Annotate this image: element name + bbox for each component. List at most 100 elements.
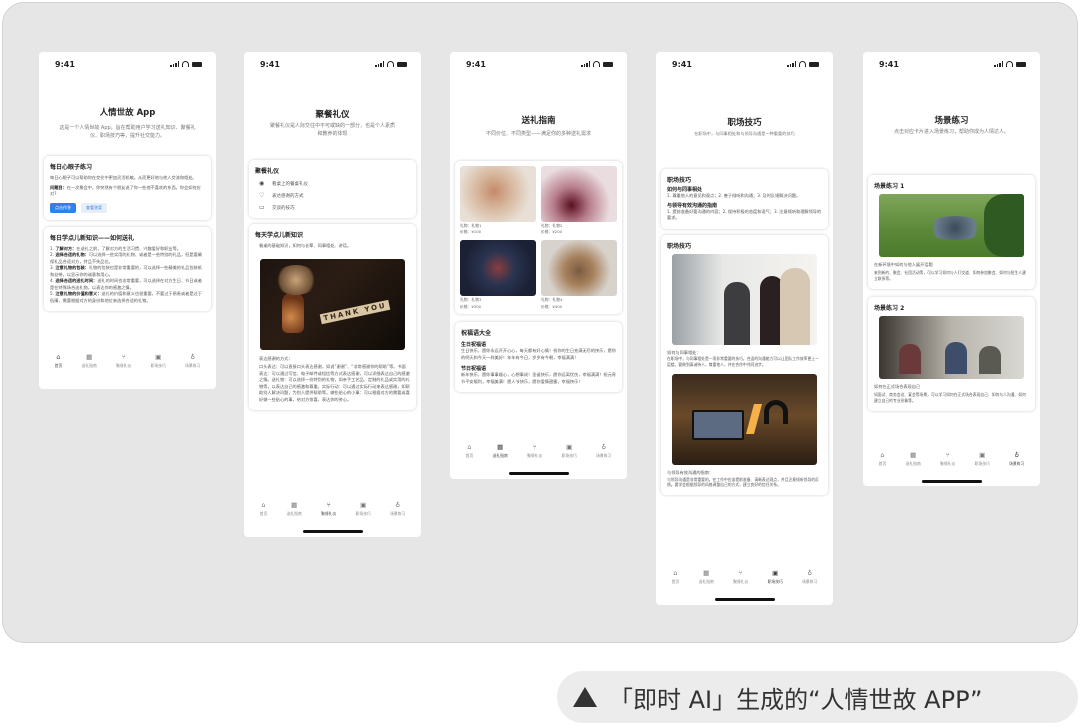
tab-workplace[interactable]: ▣ 职场技巧 [768,570,783,585]
thanks-text: 口头表达：可以直接口头表达感谢，如说“谢谢”、“非常感谢你的帮助”等。书面表达：… [259,364,410,402]
answer-button[interactable]: 点击作答 [50,202,76,213]
view-answer-button[interactable]: 查看答案 [81,202,107,213]
page-subtitle: 点击对应卡片进入场景练习，帮助你成为人情达人。 [893,129,1009,135]
card-title: 场景练习 2 [874,304,905,312]
status-bar: 9:41 [656,52,833,76]
menu-row-thanks[interactable]: ♡ 表达感谢的方式 [259,192,410,199]
tab-workplace[interactable]: ▣ 职场技巧 [975,452,990,467]
tab-dining[interactable]: ⑂ 聚餐礼仪 [733,570,748,585]
practice-card-1[interactable]: 场景练习 1 在新环境中如何与他人展开话题 来到新的、聚会、社团活动等，可以学习… [868,174,1035,289]
gift-price: 价格：¥200 [541,229,563,235]
person-shape [979,345,1001,374]
gift-image-1 [460,165,536,222]
gift-name: 礼物：礼物4 [541,296,563,302]
gift-item[interactable]: 礼物：礼物3 价格：¥300 [460,239,536,309]
card-text: 如何在正式场合表现自己 [874,383,921,389]
tab-home[interactable]: ⌂ 首页 [466,444,474,459]
tab-home[interactable]: ⌂ 首页 [55,354,63,369]
person-shape [899,343,921,374]
tab-dining[interactable]: ⑂ 聚餐礼仪 [321,502,336,517]
tab-dining[interactable]: ⑂ 聚餐礼仪 [116,354,131,369]
eye-icon: ◉ [259,180,265,187]
gift-price: 价格：¥300 [460,303,482,309]
section-text: 1. 尊重他人的意见和观点；2. 善于倾听和沟通；3. 及时反馈解决问题。 [667,193,801,199]
phone-screen-practice: 9:41 场景练习 点击对应卡片进入场景练习，帮助你成为人情达人。 场景练习 1… [863,52,1040,486]
headphones-shape [764,400,788,425]
card-intro: 每日心眼子可以帮助你在交往中更加灵活机敏。从而更好地与他人交流和相处。 [50,175,197,180]
status-bar: 9:41 [450,52,627,76]
tab-gift-guide[interactable]: ▦ 送礼指南 [493,444,508,459]
tab-workplace[interactable]: ▣ 职场技巧 [151,354,166,369]
signal-icon [787,61,796,67]
gift-name: 礼物：礼物3 [460,296,482,302]
practice-image-2 [879,315,1024,379]
bulb-icon: ♁ [190,353,196,361]
home-icon: ⌂ [467,443,472,451]
gift-icon: ▦ [910,451,917,459]
practice-card-2[interactable]: 场景练习 2 如何在正式场合表现自己 如面试、商务会议、宴会等场景，可以学习如何… [868,296,1035,411]
tab-practice[interactable]: ♁ 场景练习 [185,354,200,369]
tab-home[interactable]: ⌂ 首页 [672,570,680,585]
wifi-icon [799,61,806,67]
tab-gift-guide[interactable]: ▦ 送礼指南 [906,452,921,467]
list-item: 3. 注意礼物的包装：礼物的包装也是非常重要的，可以选择一些精美的礼品包装纸和丝… [50,265,202,277]
tab-practice[interactable]: ♁ 场景练习 [390,502,405,517]
status-bar: 9:41 [863,52,1040,76]
status-time: 9:41 [466,59,486,69]
gift-item[interactable]: 礼物：礼物1 价格：¥100 [460,165,536,235]
daily-knowledge-card: 每日学点儿新知识——如何送礼 1. 了解对方：在送礼之前，了解对方的生活习惯、兴… [44,226,211,311]
card-title: 职场技巧 [667,177,692,185]
home-indicator [921,480,982,483]
section-text: 1. 提前准备好要沟通的内容；2. 保持积极的态度和语气；3. 注意倾听和理解领… [667,208,822,221]
signal-icon [375,61,384,67]
tab-dining[interactable]: ⑂ 聚餐礼仪 [940,452,955,467]
tab-workplace[interactable]: ▣ 职场技巧 [562,444,577,459]
gift-icon: ▦ [86,353,93,361]
menu-row-conversation[interactable]: ▭ 交谈的技巧 [259,204,410,211]
wifi-icon [1006,61,1013,67]
battery-icon [809,61,819,67]
status-time: 9:41 [55,59,75,69]
subhead: 表达感谢的方式： [259,355,293,361]
tab-practice[interactable]: ♁ 场景练习 [802,570,817,585]
tab-practice[interactable]: ♁ 场景练习 [596,444,611,459]
person-shape [724,281,750,345]
utensils-icon: ⑂ [945,451,950,459]
card-title: 场景练习 1 [874,182,905,190]
gift-icon: ▦ [703,569,710,577]
tab-gift-guide[interactable]: ▦ 送礼指南 [287,502,302,517]
signal-icon [581,61,590,67]
tab-bar: ⌂ 首页 ▦ 送礼指南 ⑂ 聚餐礼仪 ▣ 职场技巧 ♁ 场景练习 [450,444,627,459]
briefcase-icon: ▣ [979,451,986,459]
tab-practice[interactable]: ♁ 场景练习 [1009,452,1024,467]
question-text: 问题目：在一次聚会中，你突然有个朋友说了你一些他不喜欢的东西。你会如何应对? [50,184,201,197]
caption-text: 在职场中，与同事相处是一项非常重要的技巧。合适的沟通能力可以让团队工作效率更上一… [667,356,819,368]
page-title: 送礼指南 [521,116,556,126]
status-bar: 9:41 [39,52,216,76]
list-item: 4. 选择合适的送礼时间：送礼的时间也非常重要，可以选择在对方生日、节日或者是在… [50,278,202,290]
tab-gift-guide[interactable]: ▦ 送礼指南 [699,570,714,585]
home-indicator [508,472,569,475]
signal-icon [994,61,1003,67]
tab-home[interactable]: ⌂ 首页 [260,502,268,517]
tab-workplace[interactable]: ▣ 职场技巧 [356,502,371,517]
card-title: 祝福语大全 [461,330,492,338]
card-title: 每日学点儿新知识——如何送礼 [50,234,135,242]
thank-you-image: THANK YOU [260,258,405,350]
utensils-icon: ⑂ [121,353,126,361]
heart-icon: ♡ [259,192,265,199]
tab-home[interactable]: ⌂ 首页 [879,452,887,467]
vase-shape [282,292,304,333]
briefcase-icon: ▣ [566,443,573,451]
card-title: 每日心眼子练习 [50,164,93,171]
tab-gift-guide[interactable]: ▦ 送礼指南 [82,354,97,369]
home-icon: ⌂ [261,501,266,509]
bulb-icon: ♁ [1014,451,1020,459]
card-title: 职场技巧 [667,242,692,250]
menu-row-table-manners[interactable]: ◉ 看桌上的餐桌礼仪 [259,180,410,187]
page-subtitle: 聚餐礼仪是人际交往中不可或缺的一部分，也是个人素质和教养的体现 [270,123,396,137]
tab-dining[interactable]: ⑂ 聚餐礼仪 [527,444,542,459]
gift-item[interactable]: 礼物：礼物2 价格：¥200 [541,165,617,235]
gift-image-3 [460,239,536,296]
gift-item[interactable]: 礼物：礼物4 价格：¥400 [541,239,617,309]
